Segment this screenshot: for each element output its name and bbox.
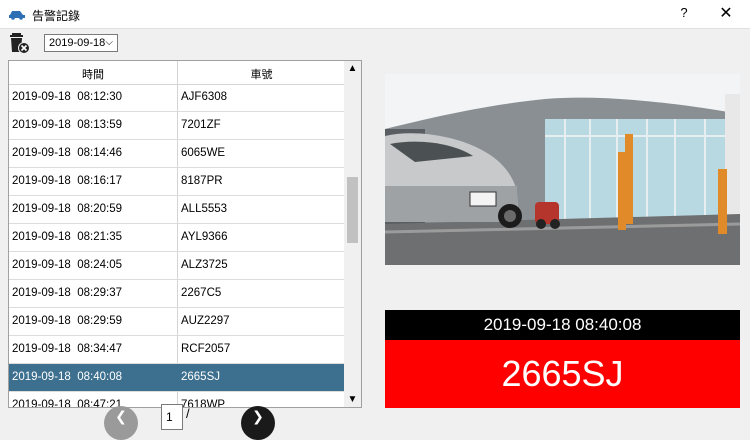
column-header-time[interactable]: 時間	[9, 66, 177, 82]
cell-plate: 6065WE	[181, 147, 226, 159]
cell-time: 2019-09-18 08:20:59	[12, 203, 122, 215]
table-row[interactable]: 2019-09-18 08:34:47 RCF2057	[9, 336, 345, 364]
column-header-plate[interactable]: 車號	[178, 66, 345, 82]
alert-panel: 2019-09-18 08:40:08 2665SJ	[385, 310, 740, 408]
alert-plate-number: 2665SJ	[385, 340, 740, 408]
cell-plate: 2267C5	[181, 287, 222, 299]
cell-time: 2019-09-18 08:21:35	[12, 231, 122, 243]
arrow-right-circle-icon[interactable]: ❯	[241, 406, 275, 440]
date-select-value: 2019-09-18	[49, 37, 106, 49]
scrollbar-thumb[interactable]	[347, 177, 358, 243]
cell-time: 2019-09-18 08:34:47	[12, 343, 122, 355]
table-row[interactable]: 2019-09-18 08:16:17 8187PR	[9, 168, 345, 196]
table-row[interactable]: 2019-09-18 08:40:08 2665SJ	[9, 364, 345, 392]
cell-time: 2019-09-18 08:40:08	[12, 371, 122, 383]
help-button[interactable]: ?	[674, 5, 694, 20]
cell-plate: RCF2057	[181, 343, 231, 355]
table-row[interactable]: 2019-09-18 08:12:30 AJF6308	[9, 84, 345, 112]
cell-time: 2019-09-18 08:13:59	[12, 119, 122, 131]
trash-x-icon[interactable]	[9, 31, 31, 55]
table-row[interactable]: 2019-09-18 08:29:59 AUZ2297	[9, 308, 345, 336]
cell-time: 2019-09-18 08:29:37	[12, 287, 122, 299]
table-row[interactable]: 2019-09-18 08:24:05 ALZ3725	[9, 252, 345, 280]
cell-plate: 8187PR	[181, 175, 223, 187]
cell-time: 2019-09-18 08:47:21	[12, 399, 122, 408]
cell-plate: ALL5553	[181, 203, 228, 215]
chevron-down-icon: ⌵	[105, 37, 113, 48]
cell-plate: ALZ3725	[181, 259, 228, 271]
title-bar: 告警記錄 ? ✕	[0, 0, 750, 29]
alert-timestamp: 2019-09-18 08:40:08	[385, 310, 740, 340]
table-rows: 2019-09-18 08:12:30 AJF6308 2019-09-18 08:…	[9, 84, 345, 408]
cell-plate: 7201ZF	[181, 119, 221, 131]
scroll-down-icon[interactable]: ▼	[344, 394, 361, 405]
table-row[interactable]: 2019-09-18 08:13:59 7201ZF	[9, 112, 345, 140]
cell-time: 2019-09-18 08:24:05	[12, 259, 122, 271]
camera-snapshot	[385, 74, 740, 265]
table-row[interactable]: 2019-09-18 08:14:46 6065WE	[9, 140, 345, 168]
table-row[interactable]: 2019-09-18 08:20:59 ALL5553	[9, 196, 345, 224]
table-row[interactable]: 2019-09-18 08:21:35 AYL9366	[9, 224, 345, 252]
cell-plate: AUZ2297	[181, 315, 230, 327]
date-select[interactable]: 2019-09-18 ⌵	[44, 34, 118, 52]
cell-plate: 2665SJ	[181, 371, 221, 383]
page-separator: /	[186, 406, 190, 421]
cell-plate: AJF6308	[181, 91, 228, 103]
scroll-up-icon[interactable]: ▲	[344, 63, 361, 74]
arrow-left-circle-icon[interactable]: ❮	[104, 406, 138, 440]
cell-time: 2019-09-18 08:12:30	[12, 91, 122, 103]
vertical-scrollbar[interactable]: ▲ ▼	[344, 61, 361, 407]
table-row[interactable]: 2019-09-18 08:29:37 2267C5	[9, 280, 345, 308]
cell-time: 2019-09-18 08:14:46	[12, 147, 122, 159]
window-title: 告警記錄	[32, 9, 81, 23]
page-number-input[interactable]: 1	[161, 404, 183, 430]
car-icon	[9, 11, 25, 20]
close-button[interactable]: ✕	[716, 3, 736, 23]
cell-plate: AYL9366	[181, 231, 228, 243]
cell-time: 2019-09-18 08:16:17	[12, 175, 122, 187]
cell-time: 2019-09-18 08:29:59	[12, 315, 122, 327]
alarm-table: 時間 車號 2019-09-18 08:12:30 AJF6308 2019-09-…	[8, 60, 362, 408]
